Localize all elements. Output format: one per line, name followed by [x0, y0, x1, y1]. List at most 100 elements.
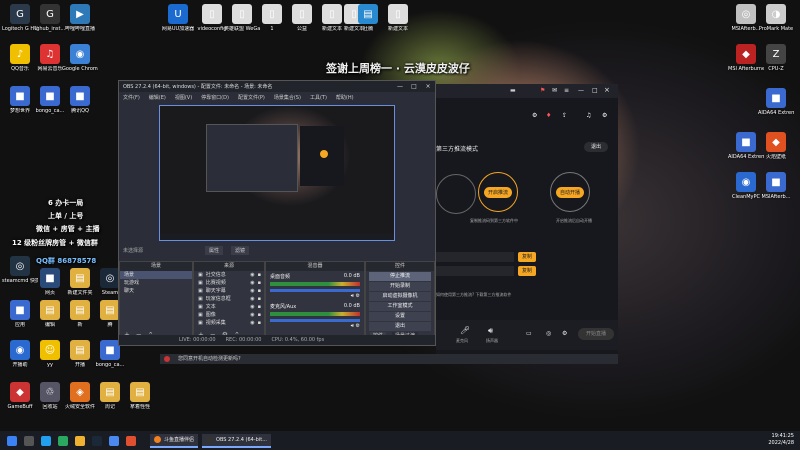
menu-icon[interactable]: ≡ [564, 87, 569, 94]
menu-item[interactable]: 视图(V) [175, 94, 192, 101]
lock-icon[interactable]: ▪ [258, 319, 261, 327]
server-field[interactable] [436, 252, 514, 262]
menu-item[interactable]: 编辑(E) [149, 94, 166, 101]
shortcut-icon: U [168, 4, 188, 24]
desktop-shortcut[interactable]: ◉ Google Chrome [62, 44, 98, 72]
copy-key-button[interactable]: 复制 [518, 266, 536, 276]
source-item[interactable]: ▣ 聊天字幕 ◉ ▪ [194, 287, 264, 295]
eye-icon[interactable]: ◉ [250, 303, 254, 311]
mic-icon[interactable]: 🎤︎ [460, 326, 470, 335]
control-button[interactable]: 工作室模式 [369, 302, 431, 311]
lock-icon[interactable]: ▪ [258, 279, 261, 287]
source-item[interactable]: ▣ 社交信息 ◉ ▪ [194, 271, 264, 279]
explorer-icon[interactable] [75, 435, 85, 446]
eye-icon[interactable]: ◉ [250, 287, 254, 295]
minimize-button[interactable]: — [393, 83, 407, 90]
alert-icon[interactable]: ♦ [546, 112, 551, 119]
close-icon[interactable]: × [604, 86, 610, 94]
close-button[interactable]: × [421, 83, 435, 90]
live-companion-window: ▬ ⚑ ✉ ≡ — □ × ⚙ ♦ ⇪ ♫ ⚙ 第三方推流模式 退出 开启推流 … [436, 84, 618, 364]
maximize-button[interactable]: □ [407, 83, 421, 90]
taskbar-app[interactable]: OBS 27.2.4 (64-bit... [202, 433, 271, 448]
control-button[interactable]: 启动虚拟摄像机 [369, 292, 431, 301]
sources-title: 来源 [194, 262, 264, 271]
desktop-shortcut[interactable]: ■ AIDA64 Extreme [758, 88, 794, 116]
start-icon[interactable] [7, 435, 17, 446]
taskbar-app[interactable]: 斗鱼直播伴侣 [150, 433, 199, 448]
settings-tool-icon[interactable]: ⚙ [532, 112, 537, 119]
eye-icon[interactable]: ◉ [250, 295, 254, 303]
menu-item[interactable]: 帮助(H) [336, 94, 354, 101]
chat-icon[interactable]: ▭ [526, 330, 532, 337]
help-text[interactable]: 如何使用第三方推流? 下载第三方推流软件 [436, 292, 511, 298]
step-auto-live[interactable]: 自动开播 [550, 172, 590, 212]
minimize-icon[interactable]: — [578, 87, 584, 94]
gear-icon[interactable]: ⚙ [562, 330, 567, 337]
bell-icon[interactable]: ♫ [586, 112, 591, 119]
update-notification[interactable]: 您同意开机自动检测更新吗? [160, 354, 618, 364]
system-clock[interactable]: 19:41:25 2022/4/28 [768, 433, 794, 447]
desktop-shortcut[interactable]: ▤ 拿着怪怪 [122, 382, 158, 410]
menu-item[interactable]: 停靠窗口(D) [201, 94, 229, 101]
source-item[interactable]: ▣ 图像 ◉ ▪ [194, 311, 264, 319]
lock-icon[interactable]: ▪ [258, 311, 261, 319]
shortcut-icon: ▤ [40, 300, 60, 320]
copy-server-button[interactable]: 复制 [518, 252, 536, 262]
source-item[interactable]: ▣ 文本 ◉ ▪ [194, 303, 264, 311]
lock-icon[interactable]: ▪ [258, 271, 261, 279]
scene-item[interactable]: 场景 [120, 271, 192, 279]
scene-item[interactable]: 聊天 [120, 287, 192, 295]
filters-button[interactable]: 滤镜 [231, 246, 250, 255]
search-icon[interactable] [24, 435, 34, 446]
desktop-shortcut[interactable]: Z CPU-Z [758, 44, 794, 72]
desktop-shortcut[interactable]: ◆ 火焰壁纸 [758, 132, 794, 160]
app-icon[interactable] [126, 435, 136, 446]
lock-icon[interactable]: ▪ [258, 295, 261, 303]
volume-slider[interactable] [270, 289, 360, 292]
mail-icon[interactable]: ✉ [552, 87, 557, 94]
eye-icon[interactable]: ◉ [250, 319, 254, 327]
scene-item[interactable]: 玩游戏 [120, 279, 192, 287]
eye-icon[interactable]: ◉ [250, 311, 254, 319]
menu-item[interactable]: 场景集合(S) [274, 94, 301, 101]
edge-icon[interactable] [41, 435, 51, 446]
menu-item[interactable]: 工具(T) [310, 94, 327, 101]
share-icon[interactable]: ⇪ [562, 112, 567, 119]
maximize-icon[interactable]: □ [592, 87, 598, 94]
record-icon[interactable]: ◎ [546, 330, 551, 337]
desktop-shortcut[interactable]: U 网易UU加速器 [160, 4, 196, 32]
lock-icon[interactable]: ▪ [258, 303, 261, 311]
obs-preview[interactable] [159, 105, 395, 241]
speaker-icon[interactable]: 🔊︎ ⚙ [351, 323, 360, 329]
chrome-icon[interactable] [109, 435, 119, 446]
menu-item[interactable]: 文件(F) [123, 94, 140, 101]
wechat-icon[interactable] [58, 435, 68, 446]
desktop-shortcut[interactable]: ▶ 哔哩哔哩直播 [62, 4, 98, 32]
steam-icon[interactable] [92, 435, 102, 446]
desktop-shortcut[interactable]: ▯ 新建文本 [380, 4, 416, 32]
start-live-button[interactable]: 开始直播 [578, 328, 614, 340]
control-button[interactable]: 停止推流 [369, 272, 431, 281]
exit-mode-button[interactable]: 退出 [584, 142, 608, 152]
eye-icon[interactable]: ◉ [250, 271, 254, 279]
source-item[interactable]: ▣ 视频采集 ◉ ▪ [194, 319, 264, 327]
menu-item[interactable]: 配置文件(P) [238, 94, 265, 101]
user-icon[interactable]: ▬ [510, 87, 516, 94]
cog-icon[interactable]: ⚙ [602, 112, 607, 119]
source-item[interactable]: ▣ 玩家信息框 ◉ ▪ [194, 295, 264, 303]
volume-slider[interactable] [270, 319, 360, 322]
speaker-icon[interactable]: 🔊︎ [488, 326, 493, 336]
key-field[interactable] [436, 266, 514, 276]
speaker-icon[interactable]: 🔊︎ ⚙ [351, 293, 360, 299]
source-item[interactable]: ▣ 比赛视频 ◉ ▪ [194, 279, 264, 287]
desktop-shortcut[interactable]: ■ MSIAfterb... [758, 172, 794, 200]
desktop-shortcut[interactable]: ■ 腾讯QQ [62, 86, 98, 114]
control-button[interactable]: 开始录制 [369, 282, 431, 291]
properties-button[interactable]: 属性 [205, 246, 224, 255]
desktop-shortcut[interactable]: ◑ ProMark Mate [758, 4, 794, 32]
eye-icon[interactable]: ◉ [250, 279, 254, 287]
step-start-stream[interactable]: 开启推流 [478, 172, 518, 212]
control-button[interactable]: 设置 [369, 312, 431, 321]
gift-icon[interactable]: ⚑ [540, 87, 545, 94]
lock-icon[interactable]: ▪ [258, 287, 261, 295]
